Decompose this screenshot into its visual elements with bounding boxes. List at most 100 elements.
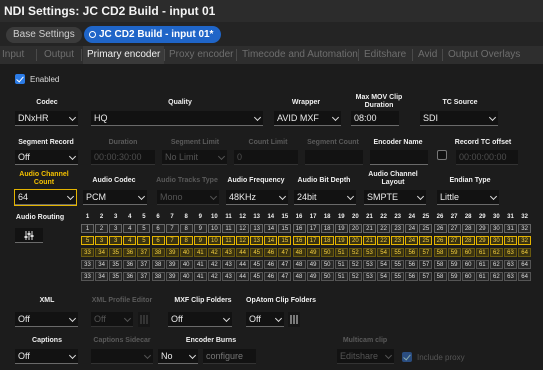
routing-cell[interactable]: 32 [518,224,532,233]
routing-cell[interactable]: 16 [292,224,306,233]
routing-cell[interactable]: 38 [151,248,165,257]
routing-cell[interactable]: 58 [433,260,447,269]
routing-cell[interactable]: 7 [165,236,179,245]
routing-cell[interactable]: 46 [264,260,278,269]
active-settings-button[interactable]: JC CD2 Build - input 01* [84,26,222,43]
routing-cell[interactable]: 25 [419,236,433,245]
routing-cell[interactable]: 58 [433,272,447,281]
routing-cell[interactable]: 41 [193,248,207,257]
routing-cell[interactable]: 3 [109,224,123,233]
routing-cell[interactable]: 23 [391,236,405,245]
xml-select[interactable]: Off [15,312,78,327]
routing-cell[interactable]: 45 [250,248,264,257]
routing-cell[interactable]: 20 [348,236,362,245]
encoder-burns-select[interactable]: No [158,349,198,364]
routing-cell[interactable]: 15 [278,224,292,233]
record-tc-offset-checkbox[interactable] [437,150,447,160]
audio-tracks-type-select[interactable]: Mono [157,190,219,205]
routing-cell[interactable]: 51 [334,260,348,269]
routing-cell[interactable]: 3 [109,236,123,245]
routing-cell[interactable]: 55 [391,260,405,269]
routing-cell[interactable]: 5 [137,236,151,245]
routing-cell[interactable]: 35 [109,248,123,257]
routing-cell[interactable]: 60 [461,248,475,257]
tc-source-select[interactable]: SDI [420,111,498,126]
routing-cell[interactable]: 58 [433,248,447,257]
tab-output-overlays[interactable]: Output Overlays [448,46,520,64]
routing-cell[interactable]: 44 [236,272,250,281]
wrapper-select[interactable]: AVID MXF [274,111,341,126]
routing-cell[interactable]: 31 [504,224,517,233]
routing-cell[interactable]: 25 [419,224,433,233]
routing-cell[interactable]: 19 [334,236,348,245]
routing-cell[interactable]: 40 [179,260,193,269]
routing-cell[interactable]: 20 [348,224,362,233]
routing-cell[interactable]: 12 [236,224,250,233]
routing-cell[interactable]: 6 [151,236,165,245]
routing-cell[interactable]: 40 [179,248,193,257]
routing-cell[interactable]: 48 [292,260,306,269]
routing-cell[interactable]: 62 [489,248,503,257]
routing-cell[interactable]: 62 [489,272,503,281]
base-settings-button[interactable]: Base Settings [6,27,82,43]
routing-cell[interactable]: 30 [489,224,503,233]
routing-cell[interactable]: 48 [292,248,306,257]
routing-cell[interactable]: 22 [377,224,391,233]
include-proxy-checkbox[interactable] [402,352,412,362]
routing-cell[interactable]: 39 [165,260,179,269]
opatom-settings-button[interactable] [288,312,300,327]
audio-bit-depth-select[interactable]: 24bit [294,190,356,205]
routing-cell[interactable]: 27 [447,224,461,233]
audio-frequency-select[interactable]: 48KHz [226,190,288,205]
routing-cell[interactable]: 38 [151,272,165,281]
routing-cell[interactable]: 33 [81,272,94,281]
record-tc-offset-input[interactable]: 00:00:00:00 [456,150,518,165]
audio-routing-button[interactable] [15,228,43,243]
tab-input[interactable]: Input [2,46,24,64]
routing-cell[interactable]: 37 [137,248,151,257]
routing-cell[interactable]: 11 [222,224,235,233]
routing-cell[interactable]: 44 [236,260,250,269]
routing-cell[interactable]: 61 [475,260,489,269]
routing-cell[interactable]: 14 [264,236,278,245]
routing-cell[interactable]: 43 [222,272,235,281]
routing-cell[interactable]: 22 [377,236,391,245]
routing-cell[interactable]: 64 [518,272,532,281]
codec-select[interactable]: DNxHR [15,111,78,126]
routing-cell[interactable]: 35 [109,260,123,269]
routing-cell[interactable]: 60 [461,260,475,269]
captions-sidecar-select[interactable] [91,349,153,364]
routing-cell[interactable]: 37 [137,272,151,281]
routing-cell[interactable]: 12 [236,236,250,245]
duration-input[interactable]: 00:00:30:00 [91,150,155,165]
segment-limit-select[interactable]: No Limit [162,150,227,165]
routing-cell[interactable]: 10 [207,224,221,233]
routing-cell[interactable]: 54 [377,260,391,269]
tab-output[interactable]: Output [44,46,74,64]
routing-cell[interactable]: 49 [306,248,320,257]
routing-cell[interactable]: 37 [137,260,151,269]
routing-cell[interactable]: 34 [95,272,109,281]
routing-cell[interactable]: 63 [504,260,517,269]
routing-cell[interactable]: 5 [137,224,151,233]
routing-cell[interactable]: 39 [165,248,179,257]
enabled-checkbox[interactable] [15,74,25,84]
xml-profile-editor-button[interactable] [138,312,150,327]
routing-cell[interactable]: 4 [123,224,137,233]
routing-cell[interactable]: 52 [348,260,362,269]
endian-type-select[interactable]: Little [437,190,499,205]
routing-cell[interactable]: 36 [123,248,137,257]
routing-cell[interactable]: 27 [447,236,461,245]
routing-cell[interactable]: 33 [81,260,94,269]
routing-cell[interactable]: 26 [433,236,447,245]
routing-cell[interactable]: 19 [334,224,348,233]
routing-cell[interactable]: 40 [179,272,193,281]
routing-cell[interactable]: 52 [348,272,362,281]
routing-cell[interactable]: 10 [207,236,221,245]
routing-cell[interactable]: 59 [447,272,461,281]
routing-cell[interactable]: 50 [320,272,334,281]
routing-cell[interactable]: 23 [391,224,405,233]
routing-cell[interactable]: 55 [391,248,405,257]
routing-cell[interactable]: 43 [222,260,235,269]
routing-cell[interactable]: 45 [250,272,264,281]
